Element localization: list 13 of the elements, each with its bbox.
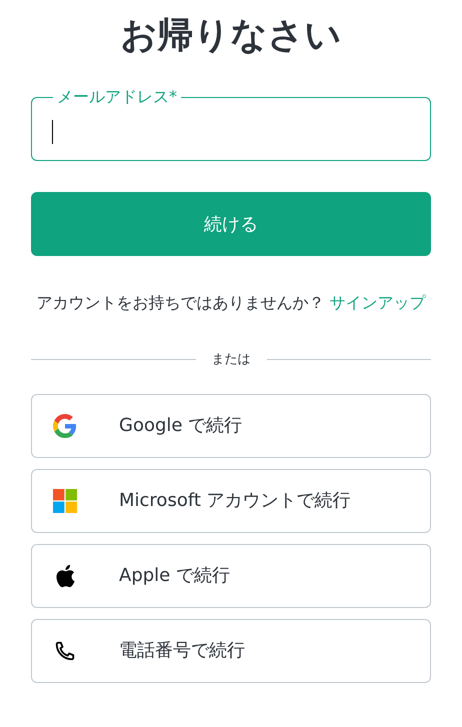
signup-prompt: アカウントをお持ちではありませんか？ サインアップ [35,292,427,314]
windows-logo-icon [53,488,77,512]
text-cursor [52,120,53,144]
sign-in-option-button[interactable]: Google で続行 [31,394,431,458]
sign-in-option-button[interactable]: 電話番号で続行 [31,618,431,682]
apple-icon [54,564,76,588]
sign-in-option-button[interactable]: Apple で続行 [31,544,431,608]
divider-label: または [212,351,250,369]
field-label: メールアドレス* [56,88,178,106]
page-title: お帰りなさい [120,14,342,58]
phone-icon [54,640,76,662]
google-icon [53,414,77,438]
sign-in-option-button[interactable]: Microsoft アカウントで続行 [31,468,431,532]
